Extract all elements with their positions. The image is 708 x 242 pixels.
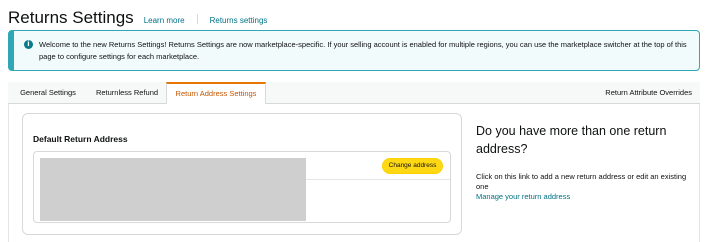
redacted-address	[40, 158, 306, 221]
manage-return-address-link[interactable]: Manage your return address	[476, 192, 570, 201]
returns-settings-link[interactable]: Returns settings	[210, 16, 268, 25]
tab-return-attribute-overrides[interactable]: Return Attribute Overrides	[605, 82, 692, 104]
banner-text: Welcome to the new Returns Settings! Ret…	[39, 40, 687, 61]
settings-tabs: General Settings Returnless Refund Retur…	[8, 82, 700, 105]
info-banner: i Welcome to the new Returns Settings! R…	[8, 30, 700, 71]
side-heading: Do you have more than one return address…	[476, 124, 667, 156]
change-address-button[interactable]: Change address	[382, 158, 443, 174]
side-description: Click on this link to add a new return a…	[476, 172, 687, 191]
page-header: Returns Settings Learn more Returns sett…	[8, 8, 267, 30]
tab-return-address-settings[interactable]: Return Address Settings	[166, 82, 266, 105]
address-box: Change address	[33, 151, 451, 223]
tab-returnless-refund[interactable]: Returnless Refund	[88, 82, 166, 104]
address-divider	[306, 179, 450, 180]
learn-more-link[interactable]: Learn more	[144, 16, 185, 25]
page-title: Returns Settings	[8, 8, 134, 27]
tab-general-settings[interactable]: General Settings	[8, 82, 88, 104]
header-divider	[196, 14, 198, 24]
default-return-address-card: Default Return Address Change address	[22, 113, 462, 235]
info-icon: i	[24, 40, 33, 49]
card-title: Default Return Address	[33, 134, 128, 144]
